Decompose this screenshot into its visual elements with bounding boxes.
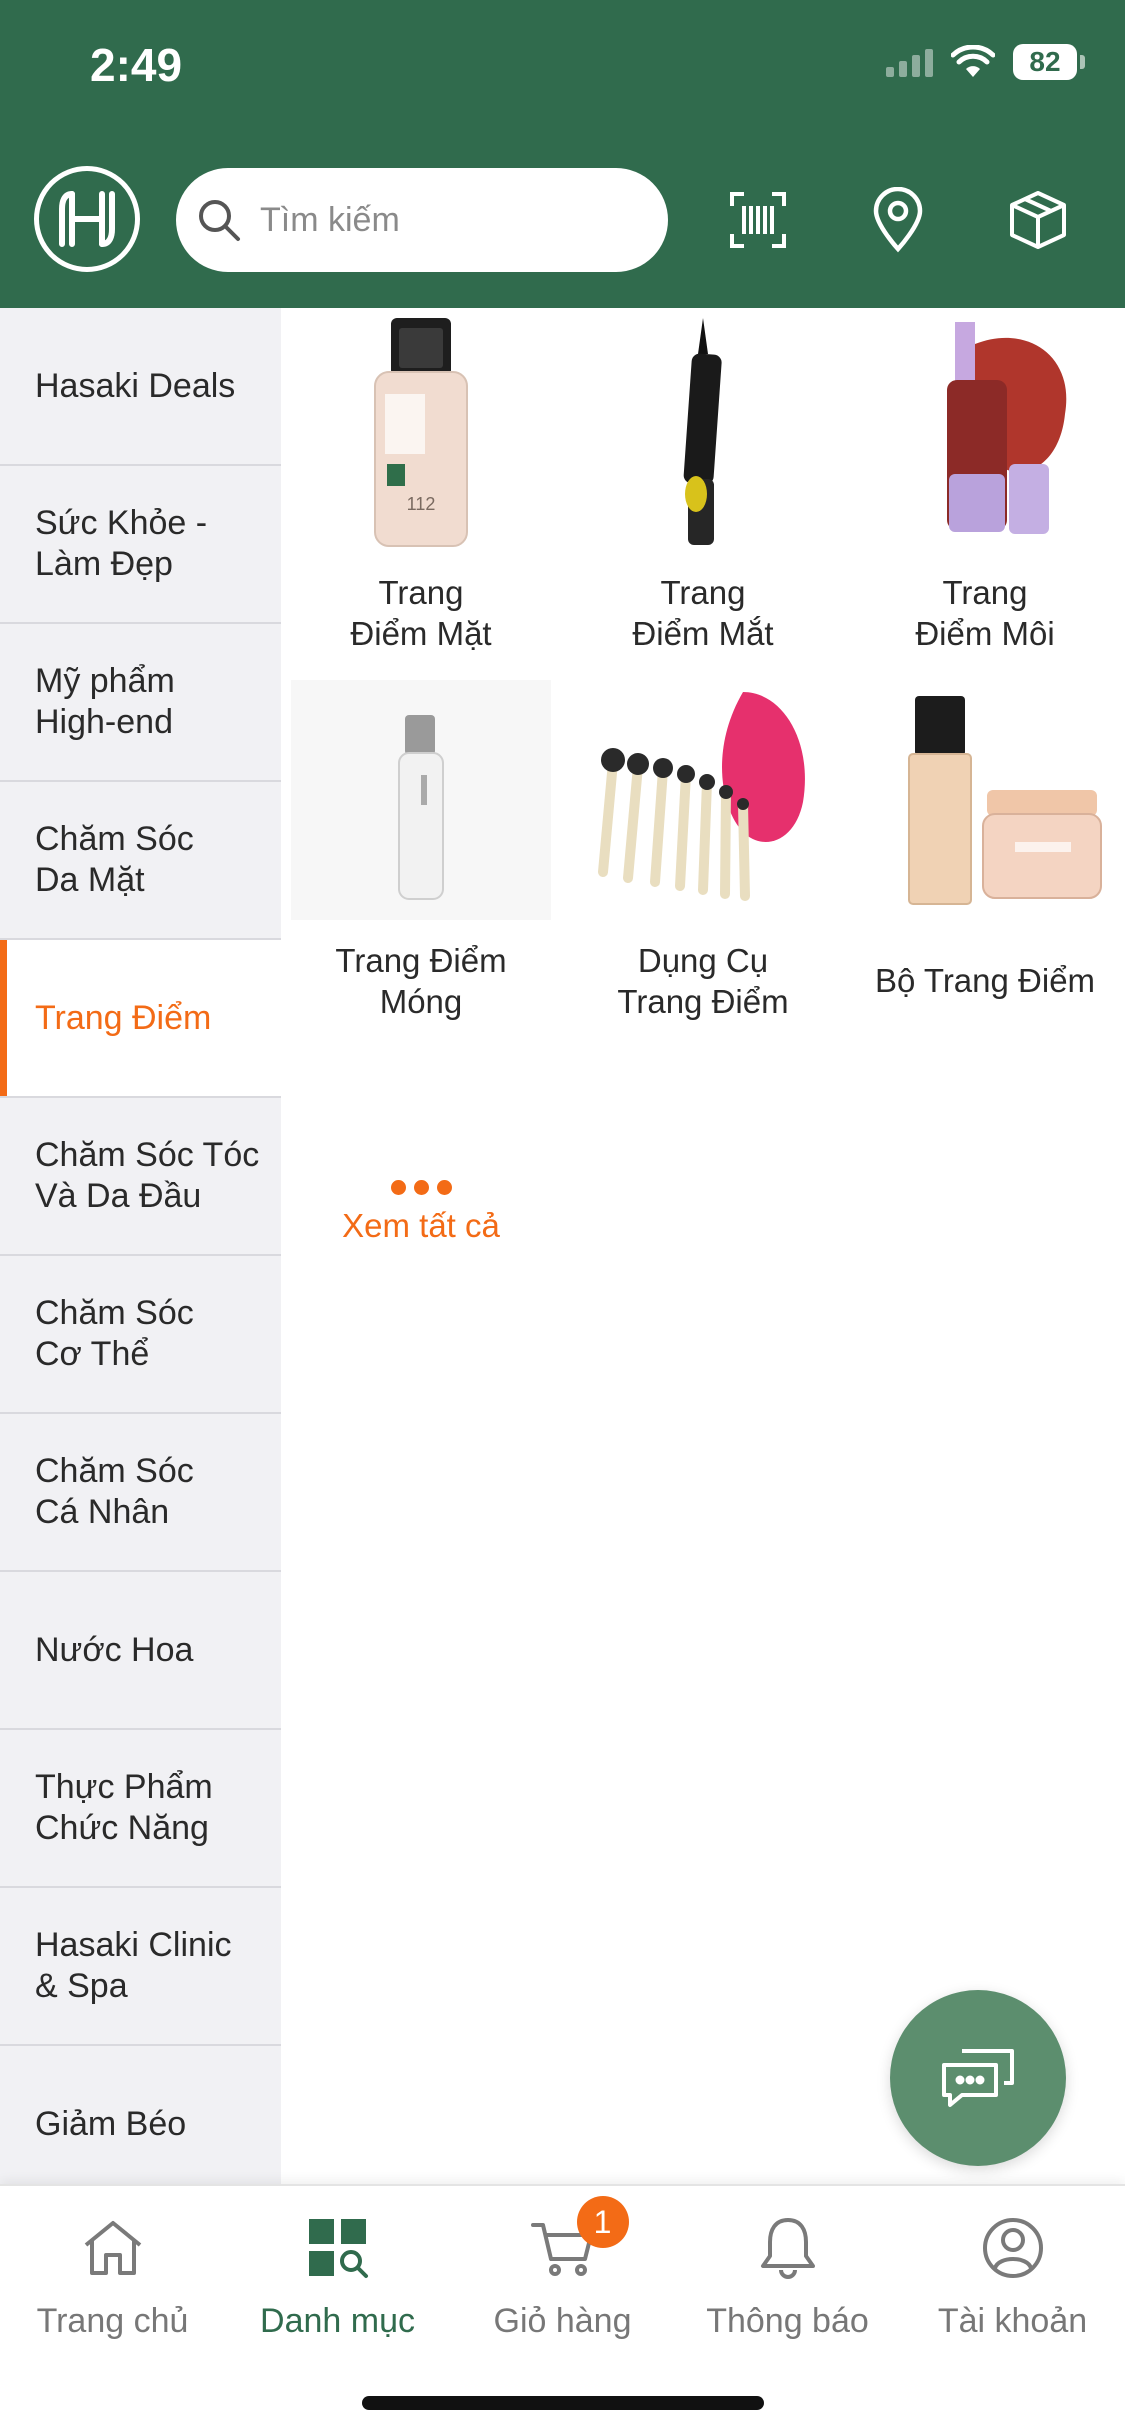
sidebar-item-label: Chăm Sóc Cá Nhân — [35, 1452, 194, 1531]
search-input[interactable] — [258, 199, 642, 241]
makeup-set-image — [855, 680, 1115, 920]
category-tile-dung-cu-trang-diem[interactable]: Dụng Cụ Trang Điểm — [562, 680, 844, 1022]
svg-text:112: 112 — [407, 494, 436, 514]
sidebar-item-thuc-pham-chuc-nang[interactable]: Thực Phẩm Chức Năng — [0, 1730, 281, 1888]
category-label: Dụng Cụ Trang Điểm — [617, 942, 789, 1020]
sidebar-item-trang-diem[interactable]: Trang Điểm — [0, 940, 281, 1098]
status-indicators: 82 — [886, 44, 1085, 80]
sidebar-item-label: Trang Điểm — [35, 998, 212, 1037]
chat-bubbles-icon — [942, 2049, 1014, 2107]
nav-tab-notifications[interactable]: Thông báo — [675, 2208, 900, 2341]
category-tile-trang-diem-mong[interactable]: Trang Điểm Móng — [280, 680, 562, 1022]
chat-fab-button[interactable] — [890, 1990, 1066, 2166]
cart-icon: 1 — [523, 2196, 629, 2288]
nail-clipper-image — [291, 680, 551, 920]
category-tile-trang-diem-mat-eye[interactable]: Trang Điểm Mắt — [562, 312, 844, 654]
category-grid-icon — [298, 2208, 378, 2288]
nav-label: Danh mục — [260, 2302, 415, 2340]
sidebar-item-giam-beo[interactable]: Giảm Béo — [0, 2046, 281, 2184]
nav-tab-account[interactable]: Tài khoản — [900, 2208, 1125, 2341]
sidebar-item-cham-soc-toc[interactable]: Chăm Sóc Tóc Và Da Đầu — [0, 1098, 281, 1256]
sidebar-item-label: Nước Hoa — [35, 1630, 194, 1669]
nav-label: Giỏ hàng — [493, 2302, 632, 2340]
home-indicator — [362, 2396, 764, 2410]
wifi-icon — [951, 45, 995, 77]
sidebar-item-my-pham-high-end[interactable]: Mỹ phẩm High-end — [0, 624, 281, 782]
category-label: Trang Điểm Mắt — [632, 574, 774, 652]
makeup-brush-set-image — [573, 680, 833, 920]
search-icon — [199, 200, 240, 241]
sidebar-item-label: Sức Khỏe - Làm Đẹp — [35, 504, 208, 583]
see-all-label: Xem tất cả — [342, 1207, 500, 1244]
nav-label: Tài khoản — [937, 2302, 1088, 2340]
nav-tab-home[interactable]: Trang chủ — [0, 2208, 225, 2341]
barcode-scan-icon[interactable] — [718, 180, 798, 260]
cart-count-badge: 1 — [576, 2196, 629, 2248]
sidebar-item-label: Chăm Sóc Cơ Thể — [35, 1294, 194, 1373]
nav-tab-categories[interactable]: Danh mục — [225, 2208, 450, 2341]
nav-label: Thông báo — [706, 2302, 869, 2340]
location-pin-icon[interactable] — [858, 180, 938, 260]
bell-icon — [748, 2208, 828, 2288]
sidebar-item-label: Thực Phẩm Chức Năng — [35, 1768, 213, 1847]
sidebar-item-hasaki-deals[interactable]: Hasaki Deals — [0, 308, 281, 466]
sidebar-item-nuoc-hoa[interactable]: Nước Hoa — [0, 1572, 281, 1730]
sidebar-item-label: Hasaki Deals — [35, 366, 236, 405]
battery-icon: 82 — [1013, 44, 1085, 80]
category-tile-trang-diem-mat[interactable]: 112 Trang Điểm Mặt — [280, 312, 562, 654]
home-icon — [73, 2208, 153, 2288]
nav-tab-cart[interactable]: 1 Giỏ hàng — [450, 2196, 675, 2341]
see-all-link[interactable]: Xem tất cả — [280, 1180, 562, 1245]
battery-level: 82 — [1013, 44, 1077, 80]
account-icon — [973, 2208, 1053, 2288]
nav-label: Trang chủ — [36, 2302, 189, 2340]
sidebar-item-cham-soc-ca-nhan[interactable]: Chăm Sóc Cá Nhân — [0, 1414, 281, 1572]
hasaki-logo-icon[interactable] — [34, 166, 140, 272]
lip-tint-image — [855, 312, 1115, 552]
cellular-signal-icon — [886, 47, 933, 77]
foundation-bottle-image: 112 — [291, 312, 551, 552]
sidebar-item-label: Mỹ phẩm High-end — [35, 662, 175, 741]
sidebar-item-label: Chăm Sóc Da Mặt — [35, 820, 194, 899]
category-tile-bo-trang-diem[interactable]: Bộ Trang Điểm — [844, 680, 1125, 1001]
sidebar-item-label: Hasaki Clinic & Spa — [35, 1926, 232, 2005]
sidebar-item-suc-khoe-lam-dep[interactable]: Sức Khỏe - Làm Đẹp — [0, 466, 281, 624]
search-bar[interactable] — [176, 168, 668, 272]
sidebar-item-cham-soc-co-the[interactable]: Chăm Sóc Cơ Thể — [0, 1256, 281, 1414]
category-label: Trang Điểm Mặt — [350, 574, 492, 652]
sidebar-item-label: Chăm Sóc Tóc Và Da Đầu — [35, 1136, 260, 1215]
app-header: 2:49 82 — [0, 0, 1125, 308]
category-tile-trang-diem-moi[interactable]: Trang Điểm Môi — [844, 312, 1125, 654]
sidebar-item-hasaki-clinic-spa[interactable]: Hasaki Clinic & Spa — [0, 1888, 281, 2046]
category-label: Bộ Trang Điểm — [874, 962, 1096, 999]
category-label: Trang Điểm Môi — [915, 574, 1055, 652]
sidebar-item-cham-soc-da-mat[interactable]: Chăm Sóc Da Mặt — [0, 782, 281, 940]
category-label: Trang Điểm Móng — [335, 942, 507, 1020]
package-box-icon[interactable] — [998, 180, 1078, 260]
sidebar-item-label: Giảm Béo — [35, 2104, 187, 2143]
status-time: 2:49 — [90, 39, 183, 91]
more-dots-icon — [280, 1180, 562, 1195]
category-sidebar: Hasaki Deals Sức Khỏe - Làm Đẹp Mỹ phẩm … — [0, 308, 281, 2184]
eyeliner-pen-image — [573, 312, 833, 552]
